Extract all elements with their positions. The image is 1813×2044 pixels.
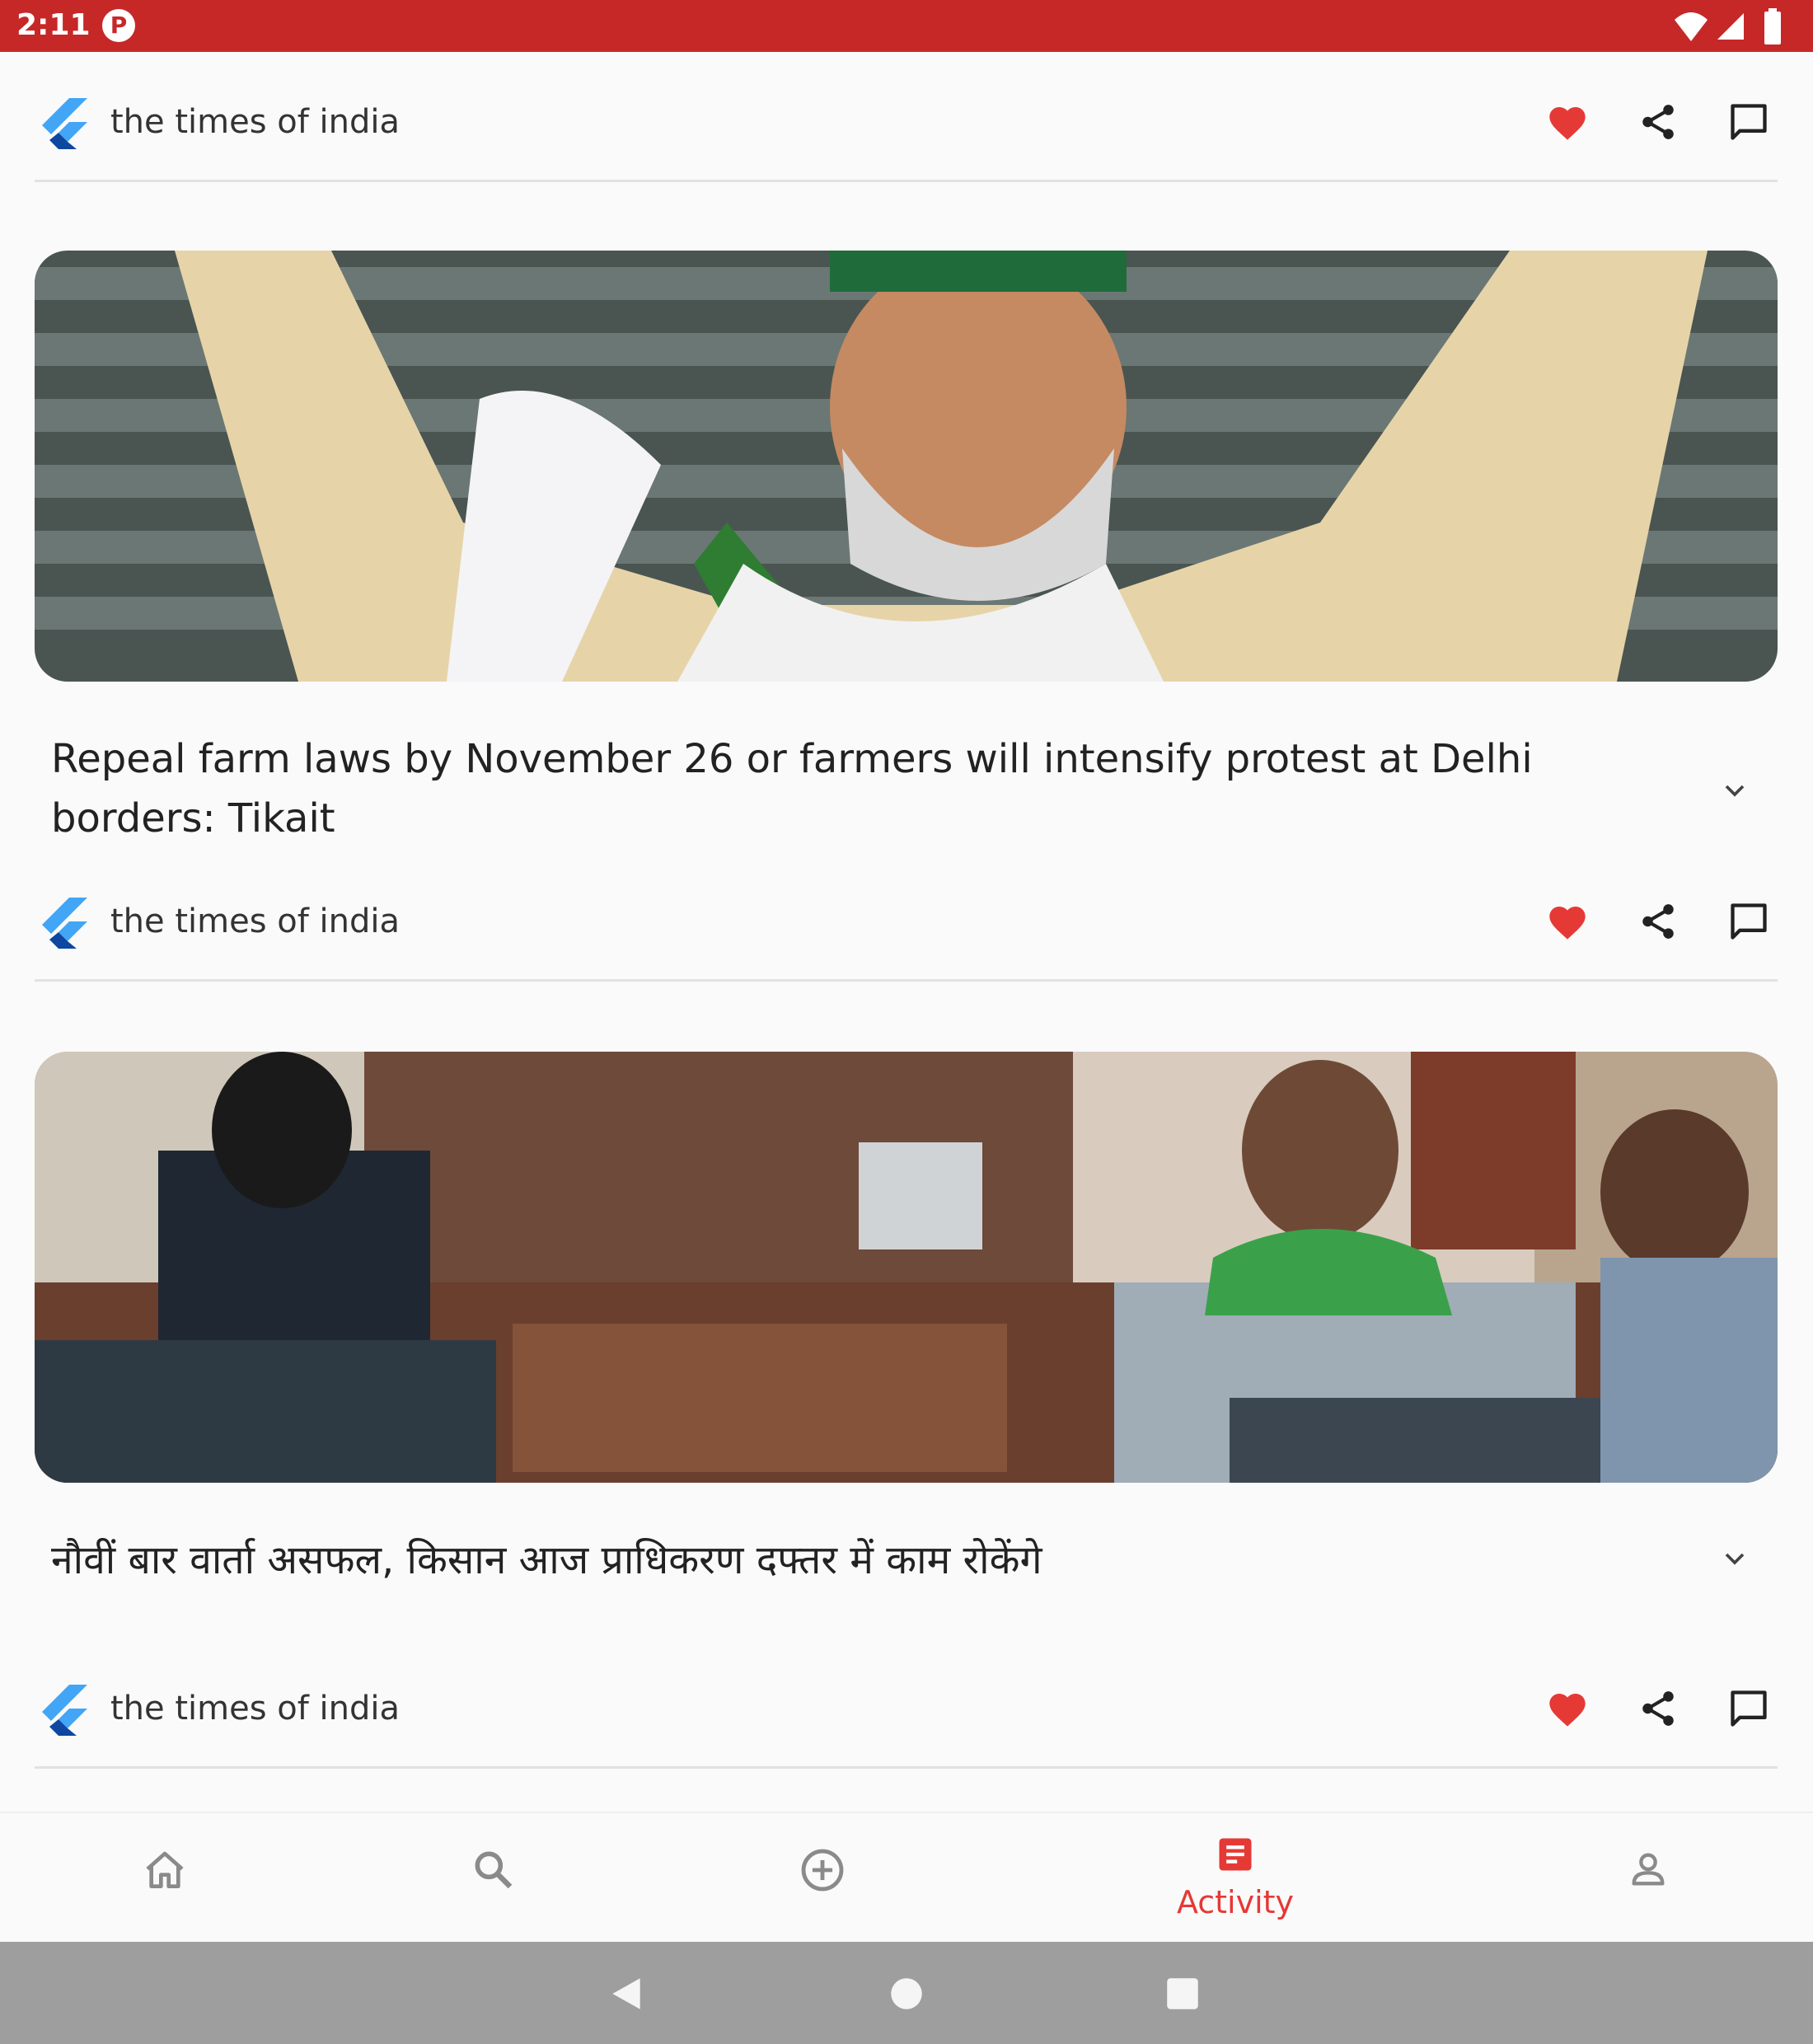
source-name: the times of india xyxy=(110,1690,401,1728)
divider xyxy=(35,979,1778,982)
comment-icon xyxy=(1731,1690,1767,1727)
expand-button[interactable] xyxy=(1706,1530,1764,1587)
flutter-logo-icon xyxy=(42,1685,87,1736)
nav-activity[interactable]: Activity xyxy=(1153,1813,1318,1943)
article-image[interactable] xyxy=(35,1052,1778,1483)
article-image[interactable] xyxy=(35,251,1778,682)
divider xyxy=(35,1766,1778,1769)
home-circle-icon[interactable] xyxy=(886,1973,927,2014)
profile-icon xyxy=(1632,1853,1665,1886)
bottom-navigation: Activity xyxy=(0,1812,1813,1943)
activity-icon xyxy=(1219,1838,1252,1871)
item-actions xyxy=(1539,93,1778,151)
nav-search[interactable] xyxy=(410,1813,575,1943)
flutter-logo-icon xyxy=(42,98,87,149)
system-navigation-bar xyxy=(0,1942,1813,2044)
nav-activity-label: Activity xyxy=(1176,1884,1295,1920)
back-icon[interactable] xyxy=(606,1973,647,2014)
app-notification-icon: P xyxy=(102,9,135,42)
heart-icon xyxy=(1549,1694,1586,1727)
cell-signal-icon xyxy=(1717,13,1744,40)
comment-icon xyxy=(1731,903,1767,940)
chevron-down-icon xyxy=(1725,1553,1745,1565)
status-icons xyxy=(1673,8,1797,45)
nav-home[interactable] xyxy=(82,1813,247,1943)
source-row: the times of india xyxy=(35,77,1778,176)
recents-icon[interactable] xyxy=(1162,1973,1203,2014)
share-button[interactable] xyxy=(1629,1680,1687,1737)
battery-icon xyxy=(1764,8,1781,45)
comment-button[interactable] xyxy=(1720,893,1778,950)
share-icon xyxy=(1642,1691,1674,1726)
heart-icon xyxy=(1549,907,1586,940)
wifi-icon xyxy=(1675,12,1708,41)
divider xyxy=(35,180,1778,182)
source-name: the times of india xyxy=(110,902,401,940)
comment-icon xyxy=(1731,104,1767,140)
comment-button[interactable] xyxy=(1720,93,1778,151)
share-button[interactable] xyxy=(1629,93,1687,151)
like-button[interactable] xyxy=(1539,1680,1596,1737)
article-headline[interactable]: Repeal farm laws by November 26 or farme… xyxy=(51,729,1658,848)
like-button[interactable] xyxy=(1539,93,1596,151)
heart-icon xyxy=(1549,107,1586,140)
source-row: the times of india xyxy=(35,876,1778,975)
item-actions xyxy=(1539,1680,1778,1737)
nav-add[interactable] xyxy=(740,1813,905,1943)
status-bar: 2:11 P xyxy=(0,0,1813,52)
home-icon xyxy=(146,1851,184,1888)
comment-button[interactable] xyxy=(1720,1680,1778,1737)
item-actions xyxy=(1539,893,1778,950)
news-feed[interactable]: the times of india Repeal farm laws by N… xyxy=(0,52,1813,1812)
meeting-office-photo xyxy=(35,1052,1778,1483)
nav-profile[interactable] xyxy=(1566,1813,1731,1943)
add-circle-icon xyxy=(801,1849,844,1892)
expand-button[interactable] xyxy=(1706,762,1764,819)
farmer-leader-photo xyxy=(35,251,1778,682)
share-icon xyxy=(1642,105,1674,139)
flutter-logo-icon xyxy=(42,898,87,949)
like-button[interactable] xyxy=(1539,893,1596,950)
chevron-down-icon xyxy=(1725,785,1745,797)
source-name: the times of india xyxy=(110,103,401,141)
article-headline[interactable]: नौवीं बार वार्ता असफल, किसान आज प्राधिकर… xyxy=(51,1531,1658,1590)
source-row: the times of india xyxy=(35,1663,1778,1762)
share-icon xyxy=(1642,904,1674,939)
status-time: 2:11 xyxy=(16,8,91,42)
search-icon xyxy=(475,1851,513,1889)
share-button[interactable] xyxy=(1629,893,1687,950)
